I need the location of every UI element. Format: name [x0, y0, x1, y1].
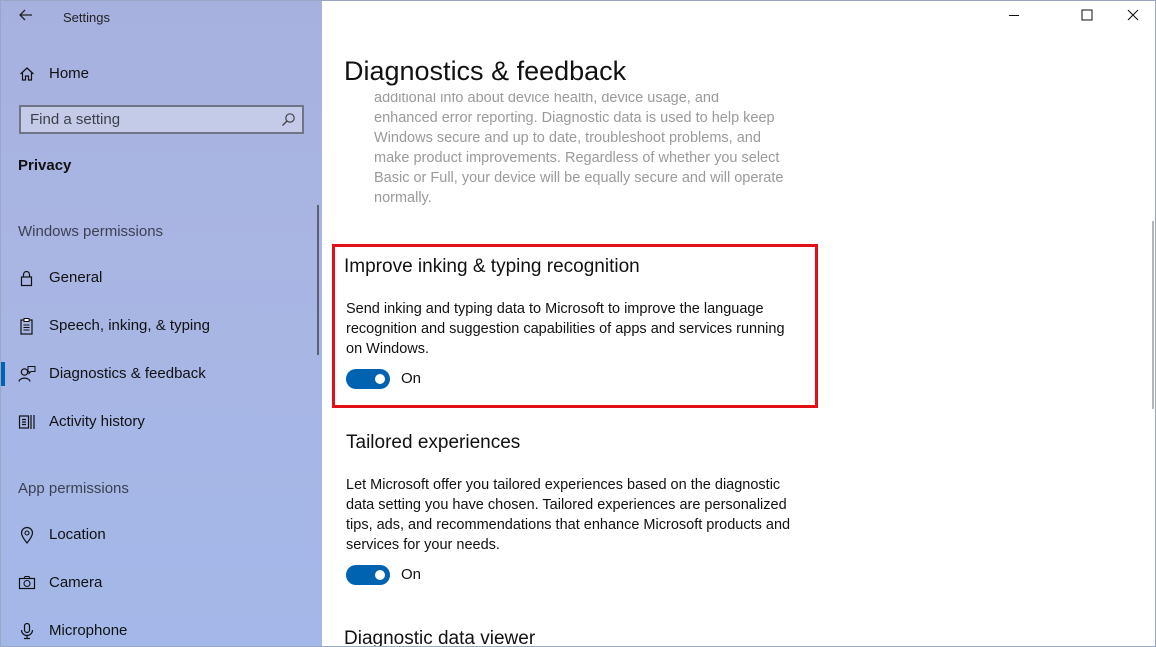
- sidebar-item-label: Speech, inking, & typing: [49, 317, 210, 334]
- faded-line: Windows secure and up to date, troublesh…: [374, 130, 761, 146]
- sidebar-item-diagnostics-feedback[interactable]: Diagnostics & feedback: [1, 356, 319, 392]
- sidebar-scrollbar[interactable]: [317, 205, 319, 355]
- app-title: Settings: [63, 10, 110, 25]
- search-icon[interactable]: [281, 112, 296, 132]
- sidebar-item-speech-inking-typing[interactable]: Speech, inking, & typing: [1, 308, 319, 344]
- section-description-inking-typing: Send inking and typing data to Microsoft…: [346, 301, 785, 357]
- minimize-icon: [1008, 8, 1020, 26]
- microphone-icon: [18, 622, 36, 640]
- sidebar-item-label: Diagnostics & feedback: [49, 365, 206, 382]
- section-description-tailored-experiences: Let Microsoft offer you tailored experie…: [346, 477, 791, 553]
- title-bar: Settings: [1, 1, 322, 35]
- faded-line: Basic or Full, your device will be equal…: [374, 170, 784, 186]
- back-arrow-icon: [19, 8, 33, 26]
- tailored-experiences-toggle[interactable]: [346, 565, 390, 585]
- camera-icon: [18, 574, 36, 592]
- settings-window: Settings Home Privacy Windows permission…: [0, 0, 1156, 647]
- home-label: Home: [49, 65, 90, 82]
- sidebar-item-activity-history[interactable]: Activity history: [1, 404, 319, 440]
- toggle-knob: [375, 570, 385, 580]
- content-pane: Diagnostics & feedback additional info a…: [322, 1, 1155, 647]
- maximize-button[interactable]: [1064, 1, 1110, 33]
- diagnostic-data-description: additional info about device health, dev…: [374, 93, 804, 208]
- sidebar-item-label: Microphone: [49, 622, 128, 639]
- search-input[interactable]: [21, 107, 280, 132]
- faded-line: make product improvements. Regardless of…: [374, 150, 780, 166]
- sidebar-item-home[interactable]: Home: [1, 59, 322, 89]
- section-title-diagnostic-data-viewer: Diagnostic data viewer: [344, 628, 536, 647]
- sidebar-item-label: Location: [49, 526, 106, 543]
- toggle-knob: [375, 374, 385, 384]
- page-title: Diagnostics & feedback: [344, 56, 627, 86]
- faded-line: additional info about device health, dev…: [374, 93, 720, 106]
- tailored-experiences-toggle-state: On: [401, 566, 422, 583]
- inking-typing-toggle-state: On: [401, 370, 422, 387]
- section-title-inking-typing: Improve inking & typing recognition: [344, 256, 640, 277]
- current-section-title: Privacy: [18, 157, 72, 174]
- activity-history-icon: [18, 413, 36, 431]
- inking-typing-toggle[interactable]: [346, 369, 390, 389]
- faded-scrolled-text: additional info about device health, dev…: [322, 93, 1155, 213]
- sidebar-item-label: Activity history: [49, 413, 145, 430]
- sidebar-item-location[interactable]: Location: [1, 517, 319, 553]
- faded-line: normally.: [374, 190, 432, 206]
- sidebar: Settings Home Privacy Windows permission…: [1, 1, 322, 646]
- back-button[interactable]: [13, 6, 39, 28]
- maximize-icon: [1081, 8, 1093, 26]
- search-box[interactable]: [19, 105, 304, 134]
- location-pin-icon: [18, 526, 36, 544]
- section-title-tailored-experiences: Tailored experiences: [346, 432, 521, 453]
- person-feedback-icon: [18, 365, 36, 383]
- sidebar-item-label: Camera: [49, 574, 103, 591]
- sidebar-item-camera[interactable]: Camera: [1, 565, 319, 601]
- close-icon: [1127, 8, 1139, 26]
- home-icon: [19, 66, 35, 87]
- minimize-button[interactable]: [991, 1, 1037, 33]
- sidebar-item-label: General: [49, 269, 103, 286]
- group-header-app-permissions: App permissions: [18, 480, 129, 497]
- faded-line: enhanced error reporting. Diagnostic dat…: [374, 110, 775, 126]
- group-header-windows-permissions: Windows permissions: [18, 223, 164, 240]
- close-button[interactable]: [1110, 1, 1155, 33]
- sidebar-item-microphone[interactable]: Microphone: [1, 613, 319, 646]
- lock-icon: [18, 269, 36, 287]
- content-scrollbar[interactable]: [1152, 221, 1154, 409]
- clipboard-icon: [18, 317, 36, 335]
- sidebar-item-general[interactable]: General: [1, 260, 319, 296]
